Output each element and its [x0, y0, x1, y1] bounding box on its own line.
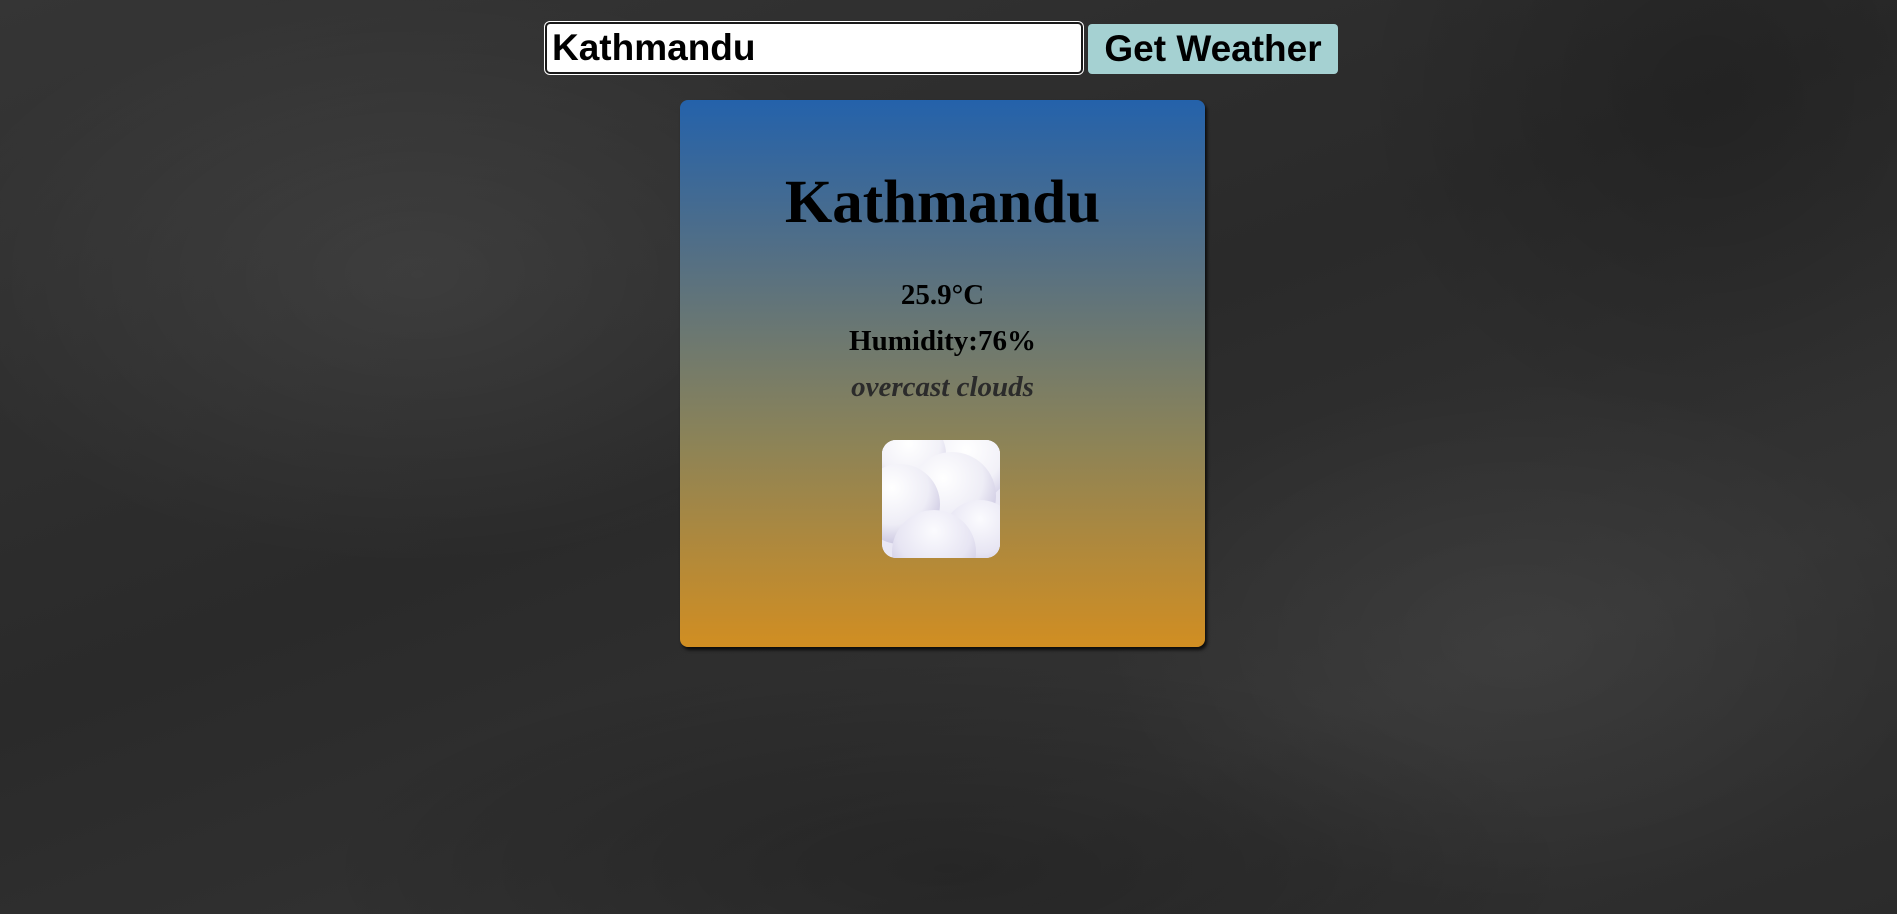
- search-bar: Get Weather: [545, 22, 1340, 76]
- humidity: Humidity:76%: [849, 325, 1036, 357]
- city-name: Kathmandu: [784, 169, 1101, 236]
- temperature: 25.9°C: [900, 279, 985, 311]
- city-search-input[interactable]: [545, 22, 1083, 74]
- weather-card: Kathmandu 25.9°C Humidity:76% overcast c…: [680, 100, 1205, 647]
- get-weather-button[interactable]: Get Weather: [1088, 24, 1338, 74]
- overcast-clouds-icon: [882, 440, 1000, 558]
- weather-description: overcast clouds: [851, 371, 1034, 403]
